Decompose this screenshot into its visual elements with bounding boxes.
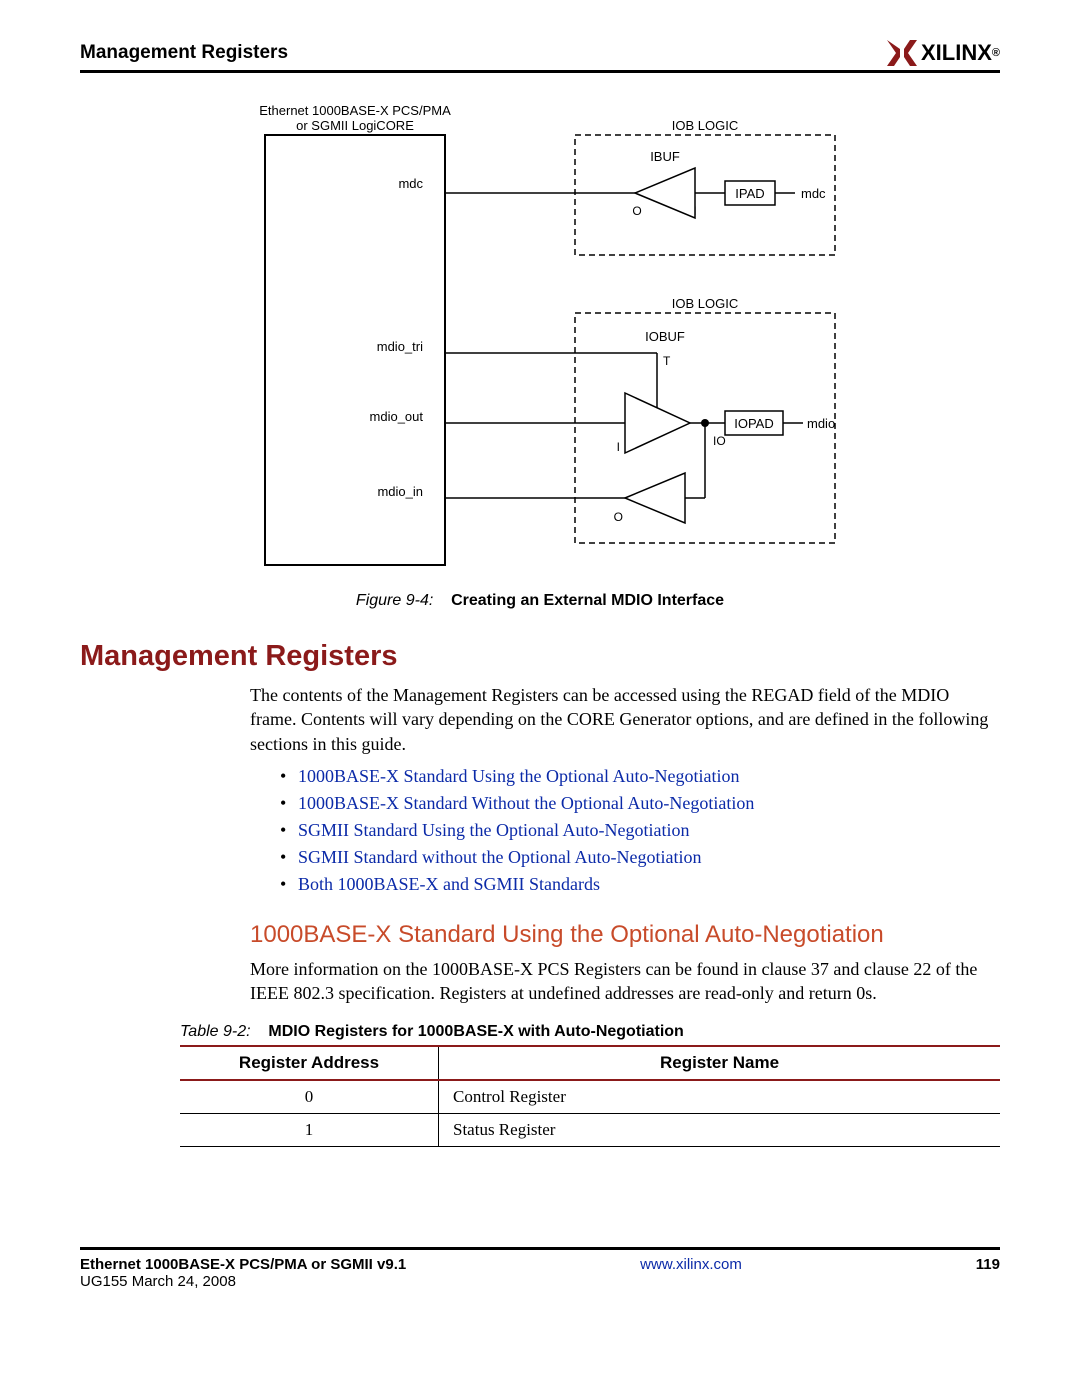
cell-name: Status Register (439, 1114, 1001, 1147)
section2-paragraph: More information on the 1000BASE-X PCS R… (250, 957, 1000, 1006)
svg-text:Ethernet 1000BASE-X PCS/PMA: Ethernet 1000BASE-X PCS/PMA (259, 103, 451, 118)
svg-text:IOPAD: IOPAD (734, 416, 774, 431)
svg-text:O: O (614, 510, 623, 524)
svg-text:mdio_out: mdio_out (370, 409, 424, 424)
link-1000base-an[interactable]: 1000BASE-X Standard Using the Optional A… (298, 766, 739, 786)
footer-doc: Ethernet 1000BASE-X PCS/PMA or SGMII v9.… (80, 1256, 406, 1290)
cell-addr: 0 (180, 1080, 439, 1114)
link-1000base-noan[interactable]: 1000BASE-X Standard Without the Optional… (298, 793, 754, 813)
list-item: 1000BASE-X Standard Without the Optional… (280, 793, 1000, 814)
heading-1000base-an: 1000BASE-X Standard Using the Optional A… (250, 921, 1000, 949)
footer-subline: UG155 March 24, 2008 (80, 1273, 406, 1290)
page-footer: Ethernet 1000BASE-X PCS/PMA or SGMII v9.… (80, 1247, 1000, 1290)
list-item: SGMII Standard Using the Optional Auto-N… (280, 820, 1000, 841)
link-both[interactable]: Both 1000BASE-X and SGMII Standards (298, 874, 600, 894)
table-row: 0 Control Register (180, 1080, 1000, 1114)
footer-page-number: 119 (976, 1256, 1000, 1290)
table-header-row: Register Address Register Name (180, 1046, 1000, 1080)
link-list: 1000BASE-X Standard Using the Optional A… (280, 766, 1000, 895)
svg-text:mdio_tri: mdio_tri (377, 339, 423, 354)
th-register-address: Register Address (180, 1046, 439, 1080)
registered-mark: ® (992, 47, 1000, 59)
figure-caption: Figure 9-4: Creating an External MDIO In… (80, 592, 1000, 610)
figure-9-4: Ethernet 1000BASE-X PCS/PMA or SGMII Log… (80, 103, 1000, 578)
svg-text:or SGMII LogiCORE: or SGMII LogiCORE (296, 118, 414, 133)
svg-text:mdio: mdio (807, 416, 835, 431)
svg-text:T: T (663, 354, 671, 368)
table-caption: Table 9-2: MDIO Registers for 1000BASE-X… (180, 1023, 1000, 1041)
header-title: Management Registers (80, 42, 288, 64)
svg-text:IOB LOGIC: IOB LOGIC (672, 118, 738, 133)
table-number: Table 9-2: (180, 1023, 251, 1040)
link-sgmii-noan[interactable]: SGMII Standard without the Optional Auto… (298, 847, 701, 867)
page-header: Management Registers XILINX® (80, 40, 1000, 73)
table-title: MDIO Registers for 1000BASE-X with Auto-… (268, 1023, 683, 1040)
svg-text:IOBUF: IOBUF (645, 329, 685, 344)
mdio-registers-table: Register Address Register Name 0 Control… (180, 1045, 1000, 1147)
svg-text:mdc: mdc (801, 186, 826, 201)
brand-logo: XILINX® (887, 40, 1000, 66)
svg-text:IOB LOGIC: IOB LOGIC (672, 296, 738, 311)
svg-text:IO: IO (713, 434, 726, 448)
svg-text:mdc: mdc (398, 176, 423, 191)
section1-paragraph: The contents of the Management Registers… (250, 683, 1000, 756)
figure-title: Creating an External MDIO Interface (451, 592, 724, 609)
svg-text:I: I (693, 204, 696, 218)
th-register-name: Register Name (439, 1046, 1001, 1080)
cell-name: Control Register (439, 1080, 1001, 1114)
table-row: 1 Status Register (180, 1114, 1000, 1147)
list-item: Both 1000BASE-X and SGMII Standards (280, 874, 1000, 895)
svg-text:IPAD: IPAD (735, 186, 764, 201)
brand-text: XILINX (921, 40, 992, 66)
svg-text:O: O (632, 204, 641, 218)
cell-addr: 1 (180, 1114, 439, 1147)
footer-url-link[interactable]: www.xilinx.com (640, 1256, 742, 1290)
link-sgmii-an[interactable]: SGMII Standard Using the Optional Auto-N… (298, 820, 689, 840)
list-item: 1000BASE-X Standard Using the Optional A… (280, 766, 1000, 787)
figure-number: Figure 9-4: (356, 592, 433, 609)
svg-text:IBUF: IBUF (650, 149, 680, 164)
svg-text:I: I (617, 440, 620, 454)
list-item: SGMII Standard without the Optional Auto… (280, 847, 1000, 868)
xilinx-icon (887, 40, 917, 66)
heading-management-registers: Management Registers (80, 640, 1000, 673)
svg-text:mdio_in: mdio_in (377, 484, 423, 499)
